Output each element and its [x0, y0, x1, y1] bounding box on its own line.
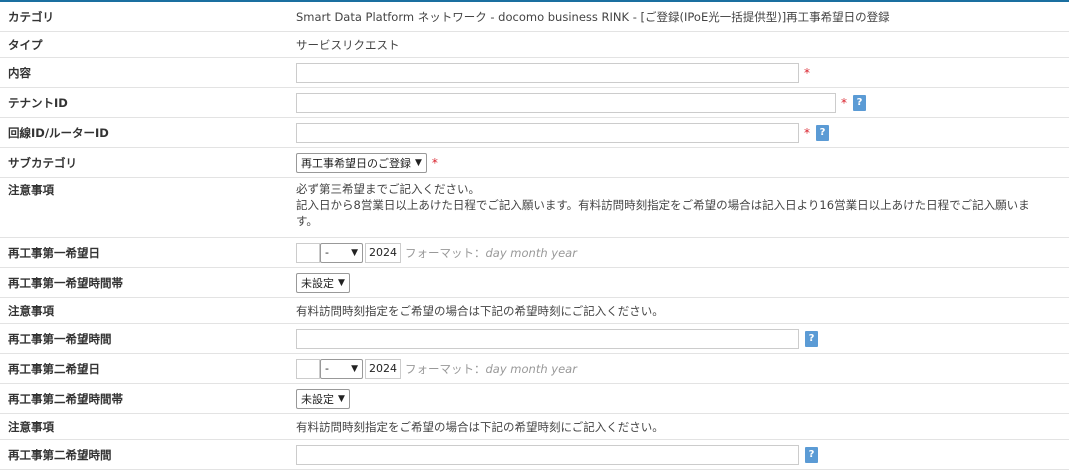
- first-band-label: 再工事第一希望時間帯: [8, 275, 123, 290]
- row-note-2: 注意事項 有料訪問時刻指定をご希望の場合は下記の希望時刻にご記入ください。: [0, 298, 1069, 324]
- chevron-down-icon: ▼: [338, 277, 345, 288]
- second-band-select[interactable]: 未設定 ▼: [296, 388, 350, 409]
- required-mark: *: [431, 155, 438, 170]
- first-band-selected: 未設定: [301, 276, 334, 290]
- row-note-1: 注意事項 必ず第三希望までご記入ください。 記入日から8営業日以上あけた日程でご…: [0, 178, 1069, 238]
- first-date-month-value: -: [325, 246, 329, 259]
- type-value: サービスリクエスト: [296, 37, 400, 52]
- content-input[interactable]: [296, 62, 799, 83]
- second-band-label: 再工事第二希望時間帯: [8, 391, 123, 406]
- required-mark: *: [804, 125, 810, 140]
- subcategory-label: サブカテゴリ: [8, 155, 77, 170]
- tenant-id-field-group: * ?: [296, 88, 1069, 117]
- note-1-label: 注意事項: [8, 183, 54, 197]
- type-label: タイプ: [8, 37, 43, 52]
- help-icon[interactable]: ?: [805, 330, 818, 347]
- note-1-line: 必ず第三希望までご記入ください。: [296, 182, 480, 196]
- second-date-field-group: - ▼ 2024 フォーマット：day month year: [296, 354, 1069, 383]
- line-id-field-group: * ?: [296, 118, 1069, 147]
- second-date-day-input[interactable]: [296, 358, 320, 379]
- row-second-band: 再工事第二希望時間帯 未設定 ▼: [0, 384, 1069, 414]
- note-2-text: 有料訪問時刻指定をご希望の場合は下記の希望時刻にご記入ください。: [296, 303, 664, 318]
- first-time-input[interactable]: [296, 328, 799, 349]
- row-first-date: 再工事第一希望日 - ▼ 2024 フォーマット：day month year: [0, 238, 1069, 268]
- subcategory-select[interactable]: 再工事希望日のご登録 ▼: [296, 152, 427, 173]
- first-date-year-input[interactable]: 2024: [365, 242, 401, 263]
- help-icon[interactable]: ?: [805, 446, 818, 463]
- second-band-selected: 未設定: [301, 392, 334, 406]
- chevron-down-icon: ▼: [351, 363, 358, 374]
- row-content: 内容 *: [0, 58, 1069, 88]
- row-first-time: 再工事第一希望時間 ?: [0, 324, 1069, 354]
- row-line-id: 回線ID/ルーターID * ?: [0, 118, 1069, 148]
- required-mark: *: [841, 95, 847, 110]
- row-tenant-id: テナントID * ?: [0, 88, 1069, 118]
- help-icon[interactable]: ?: [853, 94, 866, 111]
- first-date-month-select[interactable]: - ▼: [320, 242, 363, 263]
- row-subcategory: サブカテゴリ 再工事希望日のご登録 ▼ *: [0, 148, 1069, 178]
- row-second-time: 再工事第二希望時間 ?: [0, 440, 1069, 470]
- note-3-text: 有料訪問時刻指定をご希望の場合は下記の希望時刻にご記入ください。: [296, 419, 664, 434]
- note-1-line: す。: [296, 214, 318, 228]
- subcategory-selected: 再工事希望日のご登録: [301, 156, 411, 170]
- second-time-label: 再工事第二希望時間: [8, 447, 112, 462]
- date-format-hint: フォーマット：day month year: [405, 245, 577, 260]
- tenant-id-input[interactable]: [296, 92, 836, 113]
- row-first-band: 再工事第一希望時間帯 未設定 ▼: [0, 268, 1069, 298]
- tenant-id-label: テナントID: [8, 95, 68, 110]
- first-date-label: 再工事第一希望日: [8, 245, 100, 260]
- category-value: Smart Data Platform ネットワーク - docomo busi…: [296, 9, 890, 24]
- first-band-field-group: 未設定 ▼: [296, 268, 1069, 297]
- second-band-field-group: 未設定 ▼: [296, 384, 1069, 413]
- content-field-group: *: [296, 58, 1069, 87]
- row-second-date: 再工事第二希望日 - ▼ 2024 フォーマット：day month year: [0, 354, 1069, 384]
- second-date-label: 再工事第二希望日: [8, 361, 100, 376]
- date-format-hint: フォーマット：day month year: [405, 361, 577, 376]
- note-1-line: 記入日から8営業日以上あけた日程でご記入願います。有料訪問時刻指定をご希望の場合…: [296, 198, 1030, 212]
- help-icon[interactable]: ?: [816, 124, 829, 141]
- second-time-field-group: ?: [296, 440, 1069, 469]
- first-time-label: 再工事第一希望時間: [8, 331, 112, 346]
- chevron-down-icon: ▼: [351, 247, 358, 258]
- subcategory-field-group: 再工事希望日のご登録 ▼ *: [296, 148, 1069, 177]
- second-date-month-value: -: [325, 362, 329, 375]
- row-type: タイプ サービスリクエスト: [0, 32, 1069, 58]
- second-date-month-select[interactable]: - ▼: [320, 358, 363, 379]
- row-category: カテゴリ Smart Data Platform ネットワーク - docomo…: [0, 2, 1069, 32]
- note-1-text: 必ず第三希望までご記入ください。 記入日から8営業日以上あけた日程でご記入願いま…: [296, 178, 1069, 237]
- content-label: 内容: [8, 65, 31, 80]
- line-id-input[interactable]: [296, 122, 799, 143]
- line-id-label: 回線ID/ルーターID: [8, 125, 109, 140]
- first-band-select[interactable]: 未設定 ▼: [296, 272, 350, 293]
- row-note-3: 注意事項 有料訪問時刻指定をご希望の場合は下記の希望時刻にご記入ください。: [0, 414, 1069, 440]
- chevron-down-icon: ▼: [338, 393, 345, 404]
- note-2-label: 注意事項: [8, 303, 54, 318]
- note-3-label: 注意事項: [8, 419, 54, 434]
- first-date-field-group: - ▼ 2024 フォーマット：day month year: [296, 238, 1069, 267]
- second-time-input[interactable]: [296, 444, 799, 465]
- chevron-down-icon: ▼: [415, 157, 422, 168]
- required-mark: *: [804, 65, 810, 80]
- category-label: カテゴリ: [8, 9, 54, 24]
- first-date-day-input[interactable]: [296, 242, 320, 263]
- first-time-field-group: ?: [296, 324, 1069, 353]
- second-date-year-input[interactable]: 2024: [365, 358, 401, 379]
